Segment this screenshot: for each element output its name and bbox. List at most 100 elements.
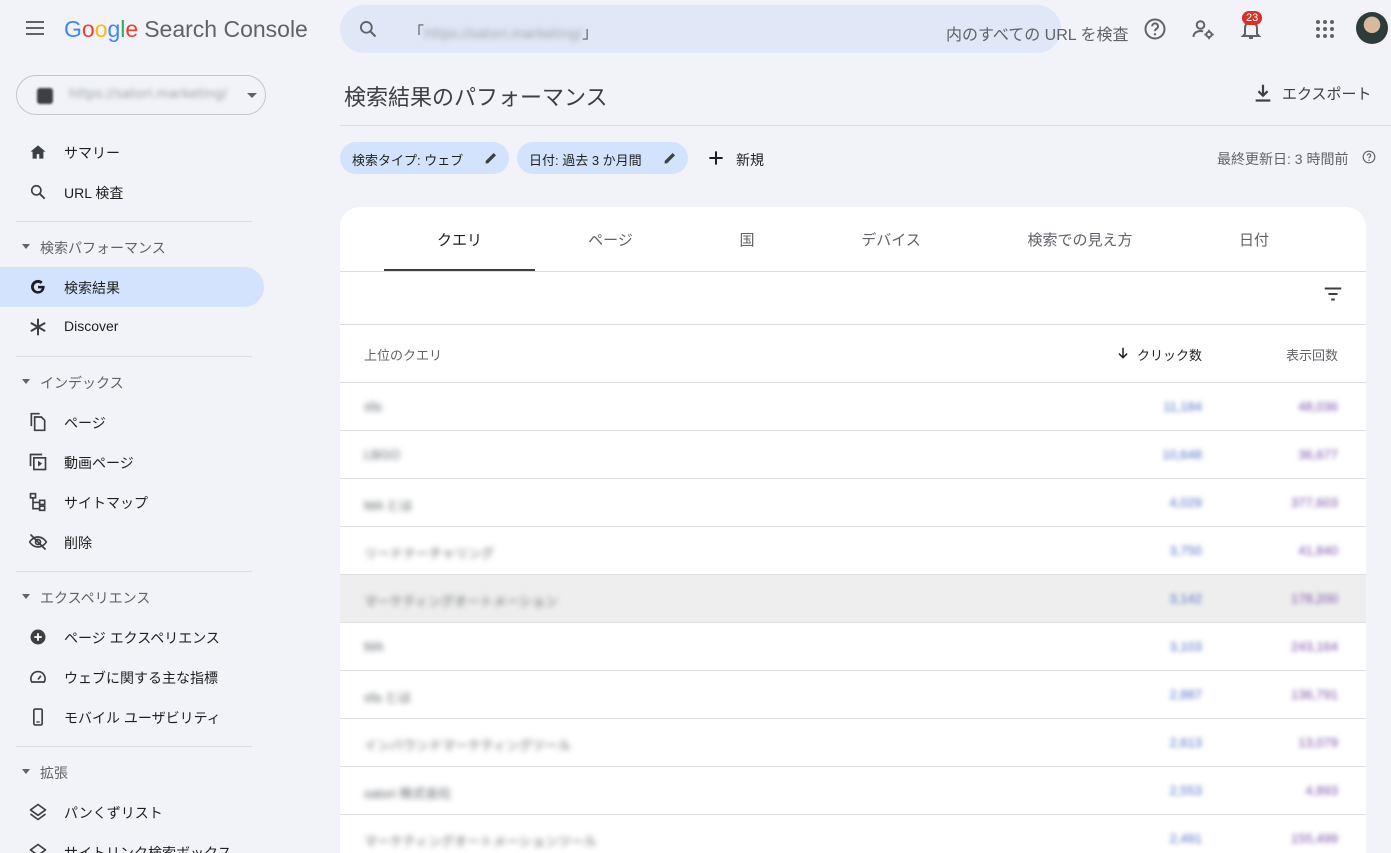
row-clicks: 3,142	[1169, 591, 1202, 606]
sidebar-item-page-experience[interactable]: ページ エクスペリエンス	[0, 617, 264, 657]
tab-queries[interactable]: クエリ	[384, 207, 535, 271]
sidebar-item-search-results[interactable]: 検索結果	[0, 267, 264, 307]
sidebar-item-label: ページ エクスペリエンス	[64, 630, 220, 646]
sidebar-divider	[16, 356, 252, 357]
table-row[interactable]: インバウンドマーケティングツール 2,613 13,079	[340, 719, 1366, 767]
sidebar-divider	[16, 571, 252, 572]
table-row[interactable]: MA とは 4,029 377,603	[340, 479, 1366, 527]
sidebar-item-discover[interactable]: Discover	[0, 307, 264, 347]
sidebar-item-mobile-usability[interactable]: モバイル ユーザビリティ	[0, 697, 264, 737]
plus-circle-icon	[30, 629, 46, 645]
tab-search-appearance[interactable]: 検索での見え方	[974, 207, 1186, 271]
row-query: sfa	[364, 399, 382, 414]
table-row[interactable]: LBGO 10,648 36,677	[340, 431, 1366, 479]
chevron-down-icon	[247, 93, 257, 98]
sidebar-divider	[16, 221, 252, 222]
sidebar-item-video-pages[interactable]: 動画ページ	[0, 442, 264, 482]
url-inspect-search[interactable]: 「https://satori.marketing/」 内のすべての URL を…	[340, 5, 1129, 53]
row-query: マーケティングオートメーション	[364, 594, 558, 609]
asterisk-icon	[30, 318, 46, 336]
collapse-triangle-icon	[22, 244, 30, 249]
table-row[interactable]: リードナーチャリング 3,750 41,840	[340, 527, 1366, 575]
table-row[interactable]: sfa とは 2,887 136,791	[340, 671, 1366, 719]
sidebar-item-removals[interactable]: 削除	[0, 522, 264, 562]
sidebar-item-label: Discover	[64, 318, 119, 334]
tab-label: 日付	[1238, 232, 1269, 249]
sidebar-item-label: ページ	[64, 415, 106, 431]
row-clicks: 2,613	[1169, 735, 1202, 750]
apps-grid-icon[interactable]	[1313, 17, 1337, 41]
sidebar-item-label: URL 検査	[64, 185, 124, 201]
table-row[interactable]: sfa 11,184 48,036	[340, 383, 1366, 431]
tab-pages[interactable]: ページ	[535, 207, 686, 271]
collapse-triangle-icon	[22, 379, 30, 384]
header-divider	[340, 125, 1391, 126]
plus-icon	[709, 151, 723, 165]
row-impressions: 4,893	[1305, 783, 1338, 798]
export-label: エクスポート	[1282, 86, 1372, 103]
user-settings-icon[interactable]	[1191, 17, 1215, 41]
sidebar-item-sitemap[interactable]: サイトマップ	[0, 482, 264, 522]
collapse-triangle-icon	[22, 769, 30, 774]
app-logo[interactable]: Google Search Console	[64, 16, 308, 43]
download-icon	[1255, 84, 1271, 102]
layers-icon	[29, 843, 47, 853]
help-icon[interactable]	[1362, 150, 1376, 164]
sidebar-item-label: パンくずリスト	[64, 805, 163, 821]
sidebar-item-pages[interactable]: ページ	[0, 402, 264, 442]
table-row[interactable]: satori 株式会社 2,553 4,893	[340, 767, 1366, 815]
row-query: マーケティングオートメーションツール	[364, 834, 597, 849]
collapse-triangle-icon	[22, 594, 30, 599]
search-icon	[360, 21, 377, 38]
sort-down-arrow-icon	[1118, 347, 1128, 359]
page-title: 検索結果のパフォーマンス	[344, 85, 608, 110]
filter-rows-icon[interactable]	[1322, 283, 1344, 305]
home-icon	[30, 145, 46, 159]
sidebar-item-breadcrumbs[interactable]: パンくずリスト	[0, 792, 264, 832]
sidebar-item-web-vitals[interactable]: ウェブに関する主な指標	[0, 657, 264, 697]
sidebar-item-summary[interactable]: サマリー	[0, 132, 264, 172]
top-bar: Google Search Console 「https://satori.mar…	[0, 0, 1391, 60]
sidebar-item-label: 検索結果	[64, 280, 120, 296]
tab-label: クエリ	[436, 232, 482, 249]
col-header-clicks[interactable]: クリック数	[1137, 345, 1202, 364]
table-row[interactable]: マーケティングオートメーション 3,142 178,200	[340, 575, 1366, 623]
sidebar-item-label: サイトマップ	[64, 495, 148, 511]
row-impressions: 178,200	[1291, 591, 1338, 606]
logo-letter: g	[107, 16, 121, 42]
main-menu-icon[interactable]	[22, 18, 50, 42]
tab-label: デバイス	[861, 232, 921, 249]
sitemap-icon	[29, 492, 46, 512]
video-page-icon	[29, 453, 47, 471]
sidebar-divider	[16, 746, 252, 747]
account-avatar[interactable]	[1356, 12, 1388, 44]
col-header-impressions[interactable]: 表示回数	[1286, 345, 1338, 364]
row-clicks: 4,029	[1169, 495, 1202, 510]
logo-letter: e	[125, 16, 139, 42]
eye-off-icon	[28, 533, 48, 551]
tab-countries[interactable]: 国	[686, 207, 808, 271]
search-url-prefix: 「https://satori.marketing/」	[408, 23, 599, 42]
section-label: エクスペリエンス	[40, 590, 151, 606]
chip-label: 日付: 過去 3 か月間	[529, 153, 642, 168]
search-placeholder: 内のすべての URL を検査	[946, 27, 1129, 44]
search-type-filter-chip[interactable]: 検索タイプ: ウェブ	[340, 142, 509, 174]
row-query: LBGO	[364, 447, 401, 462]
row-clicks: 2,887	[1169, 687, 1202, 702]
property-name: https://satori.marketing/	[69, 87, 228, 102]
search-url: https://satori.marketing/	[424, 27, 583, 42]
sidebar-item-url-inspect[interactable]: URL 検査	[0, 172, 264, 212]
property-selector[interactable]: https://satori.marketing/	[16, 75, 266, 115]
col-header-query[interactable]: 上位のクエリ	[364, 345, 442, 364]
row-impressions: 243,164	[1291, 639, 1338, 654]
sidebar-item-sitelinks-searchbox[interactable]: サイトリンク検索ボックス	[0, 832, 264, 853]
sidebar-item-label: 削除	[64, 535, 92, 551]
help-icon[interactable]	[1143, 17, 1167, 41]
tab-devices[interactable]: デバイス	[808, 207, 974, 271]
tab-dates[interactable]: 日付	[1186, 207, 1322, 271]
section-label: 検索パフォーマンス	[40, 240, 166, 256]
table-row[interactable]: マーケティングオートメーションツール 2,491 155,499	[340, 815, 1366, 853]
table-row[interactable]: MA 3,103 243,164	[340, 623, 1366, 671]
date-filter-chip[interactable]: 日付: 過去 3 か月間	[517, 142, 688, 174]
edit-pencil-icon	[664, 153, 675, 164]
